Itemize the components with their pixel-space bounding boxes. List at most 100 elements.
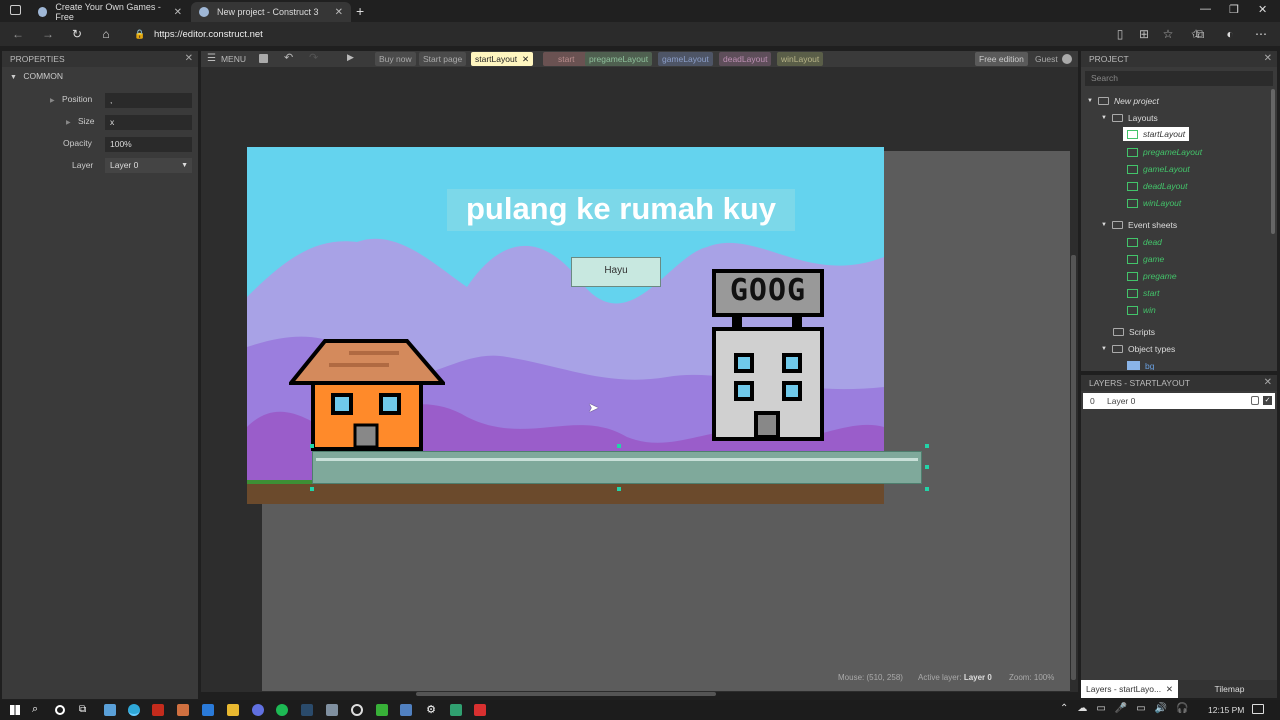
tab-pregamelayout[interactable]: pregameLayout bbox=[585, 52, 653, 66]
minimize-window-icon[interactable]: — bbox=[1200, 3, 1211, 15]
reading-view-icon[interactable]: ▯ bbox=[1112, 26, 1128, 42]
position-field[interactable]: , bbox=[105, 93, 192, 108]
free-edition-badge[interactable]: Free edition bbox=[975, 52, 1028, 66]
file-explorer-icon[interactable] bbox=[227, 704, 239, 716]
visibility-checkbox[interactable]: ✓ bbox=[1263, 396, 1272, 405]
tree-objecttypes-folder[interactable]: ▼ Object types bbox=[1101, 344, 1175, 354]
tab-layers[interactable]: Layers - startLayo... ✕ bbox=[1081, 680, 1178, 698]
close-tab-icon[interactable]: ✕ bbox=[335, 7, 343, 18]
forward-icon[interactable]: → bbox=[40, 26, 56, 42]
tab-buy-now[interactable]: Buy now bbox=[375, 52, 416, 66]
browser-tab-construct-site[interactable]: Create Your Own Games - Free ✕ bbox=[30, 2, 190, 22]
more-menu-icon[interactable]: ⋯ bbox=[1253, 26, 1269, 42]
url-field[interactable]: https://editor.construct.net bbox=[154, 26, 1124, 42]
size-property-label[interactable]: ▶ Size bbox=[66, 116, 95, 132]
hayu-button[interactable]: Hayu bbox=[571, 257, 661, 287]
tree-eventsheet-start[interactable]: start bbox=[1127, 288, 1160, 298]
task-view-icon[interactable]: ⧉ bbox=[79, 704, 86, 715]
tab-actions-icon[interactable] bbox=[10, 5, 21, 15]
tree-layout-gamelayout[interactable]: gameLayout bbox=[1127, 164, 1190, 174]
tab-deadlayout[interactable]: deadLayout bbox=[719, 52, 772, 66]
selection-handle[interactable] bbox=[925, 444, 929, 448]
menu-button[interactable]: ☰ MENU bbox=[207, 53, 246, 64]
selection-handle[interactable] bbox=[310, 487, 314, 491]
tree-eventsheet-pregame[interactable]: pregame bbox=[1127, 271, 1177, 281]
tree-layouts-folder[interactable]: ▼ Layouts bbox=[1101, 113, 1158, 123]
size-field[interactable]: x bbox=[105, 115, 192, 130]
vscode-icon[interactable] bbox=[202, 704, 214, 716]
photos-icon[interactable] bbox=[177, 704, 189, 716]
selection-handle[interactable] bbox=[617, 444, 621, 448]
tree-layout-deadlayout[interactable]: deadLayout bbox=[1127, 181, 1187, 191]
tab-gamelayout[interactable]: gameLayout bbox=[658, 52, 713, 66]
layer-row[interactable]: 0 Layer 0 ✓ bbox=[1083, 393, 1275, 409]
vertical-scrollbar[interactable] bbox=[1071, 255, 1076, 680]
preview-play-icon[interactable]: ▶ bbox=[347, 52, 354, 63]
spotify-icon[interactable] bbox=[276, 704, 288, 716]
browser-tab-construct-editor[interactable]: New project - Construct 3 ✕ bbox=[191, 2, 351, 22]
close-tab-icon[interactable]: ✕ bbox=[522, 52, 529, 66]
position-property-label[interactable]: ▶ Position bbox=[50, 94, 92, 110]
ground-platform[interactable] bbox=[312, 451, 922, 484]
selection-handle[interactable] bbox=[310, 444, 314, 448]
game-title-text[interactable]: pulang ke rumah kuy bbox=[447, 191, 795, 227]
tab-winlayout[interactable]: winLayout bbox=[777, 52, 824, 66]
profile-icon[interactable]: ◐ bbox=[1222, 26, 1238, 42]
steam-icon[interactable] bbox=[301, 704, 313, 716]
new-tab-button[interactable]: + bbox=[356, 3, 364, 19]
home-icon[interactable]: ⌂ bbox=[98, 26, 114, 42]
tab-start-page[interactable]: Start page bbox=[419, 52, 467, 66]
tab-startlayout[interactable]: startLayout ✕ bbox=[471, 52, 534, 66]
undo-icon[interactable]: ↶ bbox=[284, 51, 293, 64]
app-circle-icon[interactable] bbox=[351, 704, 363, 716]
tree-project-root[interactable]: ▼ New project bbox=[1087, 96, 1159, 106]
selection-handle[interactable] bbox=[925, 487, 929, 491]
restore-window-icon[interactable]: ❐ bbox=[1229, 3, 1239, 16]
apps-icon[interactable]: ⊞ bbox=[1136, 26, 1152, 42]
app-blue-icon[interactable] bbox=[400, 704, 412, 716]
house-sprite[interactable] bbox=[289, 339, 445, 451]
tree-layout-winlayout[interactable]: winLayout bbox=[1127, 198, 1181, 208]
opacity-field[interactable]: 100% bbox=[105, 137, 192, 152]
tree-layout-startlayout[interactable]: startLayout bbox=[1123, 127, 1190, 141]
save-icon[interactable] bbox=[259, 54, 268, 63]
favorite-icon[interactable]: ☆ bbox=[1160, 26, 1176, 42]
tree-eventsheet-game[interactable]: game bbox=[1127, 254, 1164, 264]
settings-icon[interactable]: ⚙ bbox=[425, 704, 437, 716]
redo-icon[interactable]: ↷ bbox=[309, 51, 318, 64]
layer-select[interactable]: Layer 0 ▼ bbox=[105, 158, 192, 173]
tab-start[interactable]: start bbox=[543, 52, 590, 66]
close-tab-icon[interactable]: ✕ bbox=[174, 7, 182, 18]
tree-eventsheets-folder[interactable]: ▼ Event sheets bbox=[1101, 220, 1177, 230]
tree-object-bg[interactable]: bg bbox=[1127, 361, 1154, 370]
reload-icon[interactable]: ↻ bbox=[69, 26, 85, 42]
close-tab-icon[interactable]: ✕ bbox=[1166, 680, 1173, 698]
tree-layout-pregamelayout[interactable]: pregameLayout bbox=[1127, 147, 1202, 157]
edge-icon[interactable] bbox=[128, 704, 140, 716]
tree-scripts-folder[interactable]: Scripts bbox=[1113, 327, 1155, 337]
cortana-icon[interactable] bbox=[55, 705, 65, 715]
common-section-header[interactable]: ▼ COMMON bbox=[10, 71, 63, 87]
search-icon[interactable]: ⌕ bbox=[32, 703, 38, 716]
horizontal-scrollbar[interactable] bbox=[416, 692, 716, 696]
tree-eventsheet-dead[interactable]: dead bbox=[1127, 237, 1162, 247]
lock-icon[interactable] bbox=[1251, 396, 1259, 405]
windows-start-icon[interactable] bbox=[10, 705, 20, 715]
notification-icon[interactable] bbox=[1252, 704, 1264, 714]
user-menu[interactable]: Guest bbox=[1035, 54, 1072, 64]
project-search-input[interactable]: Search bbox=[1085, 71, 1273, 86]
app-red-icon[interactable] bbox=[152, 704, 164, 716]
selection-handle[interactable] bbox=[617, 487, 621, 491]
discord-icon[interactable] bbox=[252, 704, 264, 716]
notepad-icon[interactable] bbox=[104, 704, 116, 716]
close-panel-icon[interactable]: ✕ bbox=[1264, 51, 1272, 67]
app-red2-icon[interactable] bbox=[474, 704, 486, 716]
close-panel-icon[interactable]: ✕ bbox=[1264, 375, 1272, 391]
close-panel-icon[interactable]: ✕ bbox=[185, 51, 193, 67]
close-window-icon[interactable]: ✕ bbox=[1258, 3, 1267, 16]
app-teal-icon[interactable] bbox=[450, 704, 462, 716]
app-gray-icon[interactable] bbox=[326, 704, 338, 716]
collections-icon[interactable]: ⧉ bbox=[1192, 26, 1208, 42]
clock-time[interactable]: 12:15 PM bbox=[1208, 705, 1244, 715]
back-icon[interactable]: ← bbox=[10, 26, 26, 42]
